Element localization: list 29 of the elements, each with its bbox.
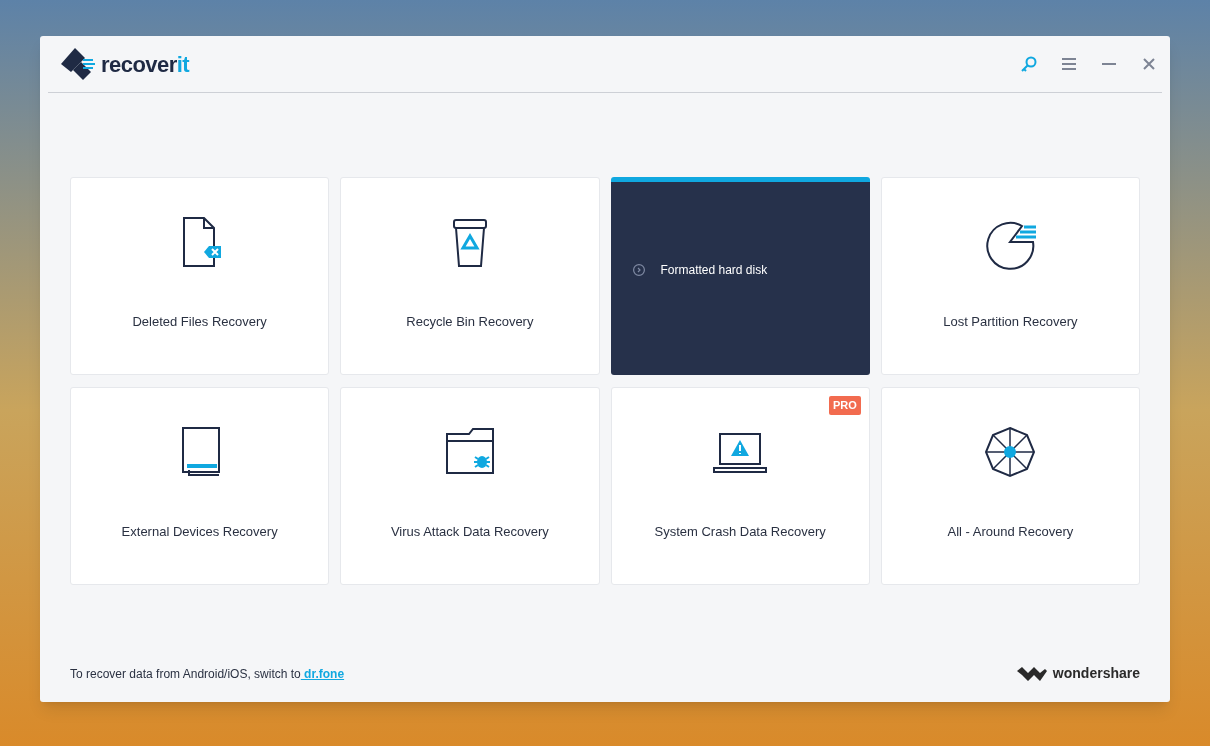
card-label: Virus Attack Data Recovery [390, 523, 549, 541]
recovery-card[interactable]: All - Around Recovery [880, 387, 1140, 585]
brand-logo-icon [1016, 666, 1047, 681]
card-label: Formatted hard disk [660, 261, 768, 279]
close-icon [1143, 58, 1155, 70]
card-label: All - Around Recovery [947, 523, 1074, 541]
chevron-circle-icon [632, 263, 645, 276]
card-label: Deleted Files Recovery [132, 313, 267, 331]
key-icon [1020, 55, 1038, 73]
card-label: Lost Partition Recovery [943, 313, 1078, 331]
recovery-card[interactable]: Formatted hard disk [610, 177, 870, 375]
pro-badge: PRO [828, 396, 861, 415]
card-label: System Crash Data Recovery [654, 523, 826, 541]
menu-button[interactable] [1060, 55, 1078, 73]
recovery-card[interactable]: Deleted Files Recovery [70, 177, 330, 375]
recovery-card[interactable]: Recycle Bin Recovery [340, 177, 600, 375]
recovery-card[interactable]: System Crash Data Recovery PRO [610, 387, 870, 585]
recovery-card[interactable]: Virus Attack Data Recovery [340, 387, 600, 585]
footer-text: To recover data from Android/iOS, switch to dr.fone [70, 665, 345, 683]
minimize-icon [1102, 63, 1116, 65]
card-label: External Devices Recovery [121, 523, 278, 541]
logo-icon [61, 48, 95, 80]
menu-icon [1062, 58, 1076, 70]
recovery-card[interactable]: Lost Partition Recovery [880, 177, 1140, 375]
key-button[interactable] [1020, 55, 1038, 73]
logo-wordmark: recoverit [101, 50, 189, 79]
card-label: Recycle Bin Recovery [406, 313, 534, 331]
recovery-card[interactable]: External Devices Recovery [70, 387, 330, 585]
brand-wordmark: wondershare [1052, 664, 1140, 683]
